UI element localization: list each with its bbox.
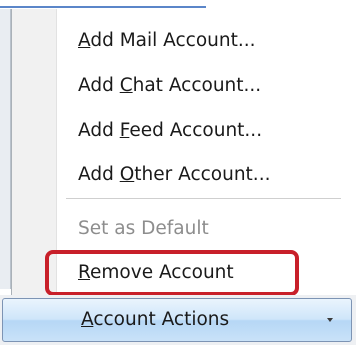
menu-item-add-feed-account[interactable]: Add Feed Account... — [78, 113, 262, 149]
remove-account-highlight-ring — [45, 250, 299, 296]
menu-item-add-other-account[interactable]: Add Other Account... — [78, 157, 270, 193]
account-actions-button[interactable]: Account Actions — [2, 298, 352, 342]
menu-item-add-mail-account[interactable]: Add Mail Account... — [78, 23, 256, 59]
menu-item-add-chat-account[interactable]: Add Chat Account... — [78, 68, 261, 104]
screenshot-stage: Add Mail Account... Add Chat Account... … — [0, 0, 356, 345]
menu-separator — [66, 198, 341, 199]
dropdown-arrow-icon — [327, 318, 333, 322]
account-actions-menu: Add Mail Account... Add Chat Account... … — [11, 9, 356, 296]
top-strip — [0, 0, 356, 9]
menu-item-set-as-default: Set as Default — [78, 218, 209, 239]
account-actions-label: Account Actions — [81, 309, 230, 330]
cut-off-link-underline — [0, 6, 206, 8]
button-bar: Account Actions — [0, 295, 356, 345]
window-left-edge — [0, 9, 11, 289]
